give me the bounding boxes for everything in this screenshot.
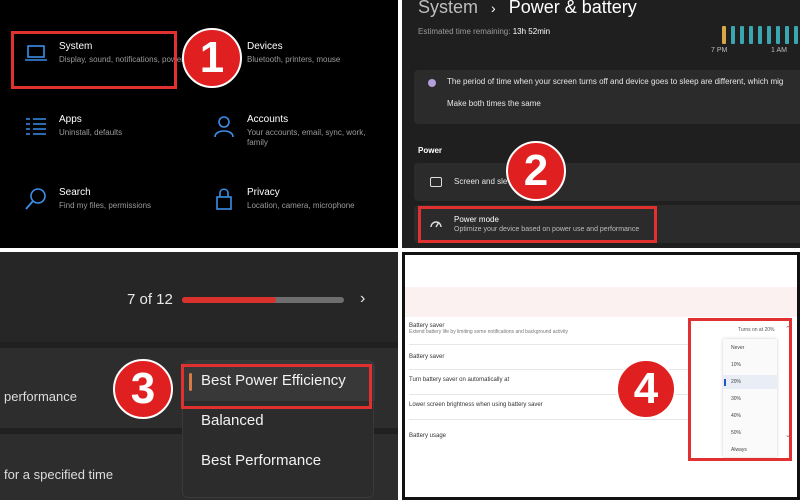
screen-icon — [430, 177, 442, 187]
devices-tile-desc: Bluetooth, printers, mouse — [247, 55, 341, 64]
specified-time-text: for a specified time — [4, 467, 114, 482]
battery-usage-row[interactable]: Battery usage — [409, 433, 689, 447]
sleep-info-card: The period of time when your screen turn… — [414, 70, 800, 124]
next-chevron-icon[interactable]: › — [360, 290, 365, 308]
battery-saver-panel: Battery saver Extend battery life by lim… — [402, 252, 800, 500]
estimate-label: Estimated time remaining: — [418, 27, 511, 36]
system-tile-highlight — [11, 31, 177, 89]
search-icon — [25, 188, 46, 210]
performance-text: performance — [4, 389, 77, 404]
breadcrumb: System › Power & battery — [418, 0, 637, 18]
apps-tile-desc: Uninstall, defaults — [59, 128, 123, 137]
step-badge-2: 2 — [506, 141, 566, 201]
battery-bar — [722, 26, 726, 44]
screen-and-sleep-label: Screen and sle — [454, 177, 508, 186]
time-label-1am: 1 AM — [771, 47, 787, 54]
battery-bar — [758, 26, 762, 44]
estimated-time: Estimated time remaining: 13h 52min — [418, 27, 550, 36]
battery-bar — [794, 26, 798, 44]
option-balanced[interactable]: Balanced — [201, 412, 264, 429]
header-band — [405, 287, 797, 317]
breadcrumb-separator: › — [491, 0, 496, 16]
battery-saver-desc: Extend battery life by limiting some not… — [409, 329, 568, 335]
page-title: Power & battery — [508, 0, 637, 17]
power-battery-panel: System › Power & battery Estimated time … — [402, 0, 800, 248]
make-same-link[interactable]: Make both times the same — [447, 99, 541, 108]
battery-bar — [740, 26, 744, 44]
devices-tile-title: Devices — [247, 41, 283, 52]
apps-tile-title: Apps — [59, 114, 82, 125]
breadcrumb-parent[interactable]: System — [418, 0, 478, 17]
info-dot-icon — [428, 79, 436, 87]
power-section-label: Power — [418, 146, 443, 155]
step-badge-1: 1 — [182, 28, 242, 88]
battery-bar — [785, 26, 789, 44]
search-tile-title: Search — [59, 187, 91, 198]
step-badge-3: 3 — [113, 359, 173, 419]
estimate-value: 13h 52min — [512, 27, 551, 36]
sleep-info-text: The period of time when your screen turn… — [447, 77, 784, 86]
power-mode-highlight — [418, 206, 657, 243]
search-tile-desc: Find my files, permissions — [59, 201, 152, 210]
efficiency-option-highlight — [181, 364, 372, 409]
option-best-performance[interactable]: Best Performance — [201, 452, 321, 469]
lock-icon — [216, 188, 232, 210]
accounts-tile-title: Accounts — [247, 114, 289, 125]
settings-home-panel: System Display, sound, notifications, po… — [0, 0, 398, 248]
dropdown-highlight — [688, 318, 792, 461]
step-badge-4: 4 — [616, 359, 676, 419]
progress-fill — [182, 297, 276, 303]
privacy-tile-desc: Location, camera, microphone — [247, 201, 355, 210]
accounts-tile-desc: Your accounts, email, sync, work, family — [247, 128, 366, 147]
person-icon — [214, 116, 234, 138]
progress-track — [182, 297, 344, 303]
apps-list-icon — [26, 118, 46, 135]
battery-bar — [749, 26, 753, 44]
battery-bar — [776, 26, 780, 44]
battery-usage-label: Battery usage — [409, 433, 447, 439]
privacy-tile-title: Privacy — [247, 187, 280, 198]
step-counter: 7 of 12 — [127, 291, 173, 308]
time-label-7pm: 7 PM — [711, 47, 728, 54]
power-mode-dropdown-panel: 7 of 12 › performance for a specified ti… — [0, 252, 398, 500]
battery-saver-row[interactable]: Battery saver Extend battery life by lim… — [409, 323, 689, 345]
progress-header: 7 of 12 › — [0, 252, 398, 342]
screen-and-sleep-item[interactable]: Screen and sle — [414, 163, 800, 201]
battery-bar — [767, 26, 771, 44]
battery-bar — [731, 26, 735, 44]
